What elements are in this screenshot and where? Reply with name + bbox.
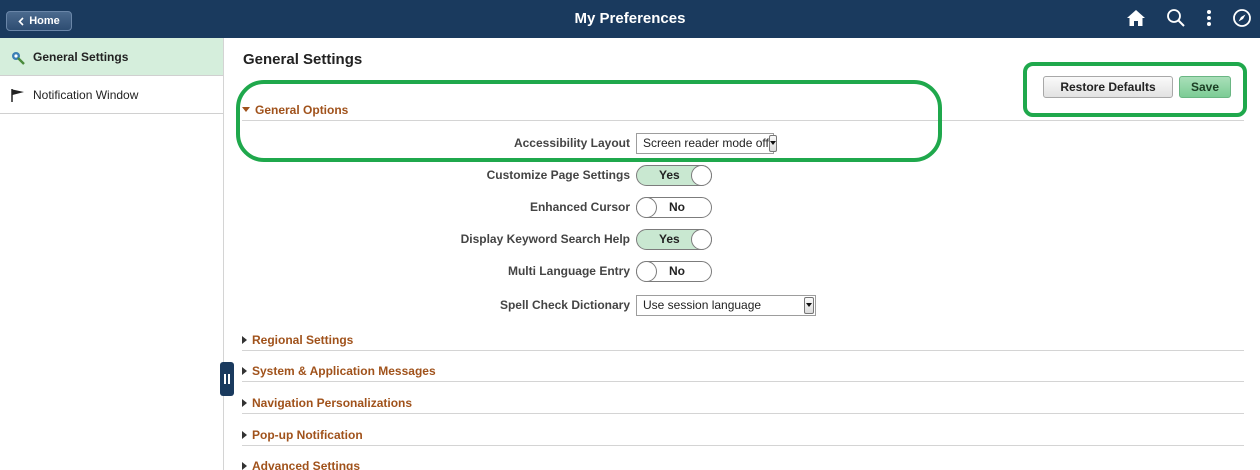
dropdown-arrow-icon	[768, 134, 777, 152]
home-icon[interactable]	[1126, 8, 1146, 28]
toggle-label: Yes	[659, 232, 680, 246]
section-pop-up-notification[interactable]: Pop-up Notification	[242, 428, 1244, 446]
caret-right-icon	[242, 462, 247, 470]
customize-page-settings-row: Customize Page Settings Yes	[242, 164, 842, 186]
save-button[interactable]: Save	[1179, 76, 1231, 98]
multi-language-entry-label: Multi Language Entry	[507, 264, 630, 278]
accessibility-layout-label: Accessibility Layout	[513, 136, 630, 150]
search-icon[interactable]	[1166, 8, 1186, 28]
spell-check-dictionary-row: Spell Check Dictionary Use session langu…	[242, 294, 842, 316]
select-value: Screen reader mode off	[643, 136, 769, 150]
top-bar-actions	[1126, 8, 1252, 28]
sidebar: General Settings Notification Window	[0, 38, 224, 470]
select-value: Use session language	[643, 298, 762, 312]
toggle-knob	[636, 196, 657, 218]
section-title: General Options	[255, 103, 349, 117]
sidebar-item-label: Notification Window	[33, 87, 139, 102]
dropdown-arrow-icon	[804, 296, 814, 314]
sidebar-item-label: General Settings	[33, 49, 129, 64]
keyword-search-help-label: Display Keyword Search Help	[460, 232, 630, 246]
caret-right-icon	[242, 431, 247, 439]
section-title: Advanced Settings	[252, 459, 361, 470]
toggle-knob	[691, 164, 712, 186]
enhanced-cursor-toggle[interactable]: No	[636, 196, 712, 218]
accessibility-layout-row: Accessibility Layout Screen reader mode …	[242, 132, 842, 154]
spell-check-dictionary-select[interactable]: Use session language	[636, 294, 816, 316]
section-general-options[interactable]: General Options	[242, 103, 1244, 121]
sidebar-collapse-handle[interactable]	[220, 362, 234, 396]
toggle-knob	[636, 260, 657, 282]
multi-language-entry-row: Multi Language Entry No	[242, 260, 842, 282]
page-title: My Preferences	[574, 10, 686, 27]
sidebar-item-notification-window[interactable]: Notification Window	[0, 76, 223, 114]
multi-language-entry-toggle[interactable]: No	[636, 260, 712, 282]
toggle-label: No	[669, 264, 685, 278]
customize-page-settings-label: Customize Page Settings	[486, 168, 630, 182]
main-heading: General Settings	[243, 51, 363, 68]
accessibility-layout-select[interactable]: Screen reader mode off	[636, 132, 777, 154]
top-bar: Home My Preferences	[0, 0, 1260, 38]
caret-right-icon	[242, 367, 247, 375]
spell-check-dictionary-label: Spell Check Dictionary	[499, 298, 630, 312]
flag-icon	[11, 88, 24, 102]
section-regional-settings[interactable]: Regional Settings	[242, 333, 1244, 351]
caret-right-icon	[242, 399, 247, 407]
section-title: Regional Settings	[252, 333, 354, 347]
section-title: System & Application Messages	[252, 364, 436, 378]
enhanced-cursor-label: Enhanced Cursor	[529, 200, 630, 214]
sidebar-item-general-settings[interactable]: General Settings	[0, 38, 223, 76]
section-system-application-messages[interactable]: System & Application Messages	[242, 364, 1244, 382]
section-title: Navigation Personalizations	[252, 396, 413, 410]
keyword-search-help-toggle[interactable]: Yes	[636, 228, 712, 250]
keyword-search-help-row: Display Keyword Search Help Yes	[242, 228, 842, 250]
restore-defaults-button[interactable]: Restore Defaults	[1043, 76, 1173, 98]
caret-right-icon	[242, 336, 247, 344]
enhanced-cursor-row: Enhanced Cursor No	[242, 196, 842, 218]
compass-icon[interactable]	[1232, 8, 1252, 28]
section-title: Pop-up Notification	[252, 428, 363, 442]
wrench-gear-icon	[12, 51, 25, 65]
kebab-menu-icon[interactable]	[1206, 8, 1212, 28]
toggle-knob	[691, 228, 712, 250]
customize-page-settings-toggle[interactable]: Yes	[636, 164, 712, 186]
toggle-label: No	[669, 200, 685, 214]
section-navigation-personalizations[interactable]: Navigation Personalizations	[242, 396, 1244, 414]
caret-down-icon	[242, 107, 250, 112]
section-advanced-settings[interactable]: Advanced Settings	[242, 459, 1244, 470]
toggle-label: Yes	[659, 168, 680, 182]
